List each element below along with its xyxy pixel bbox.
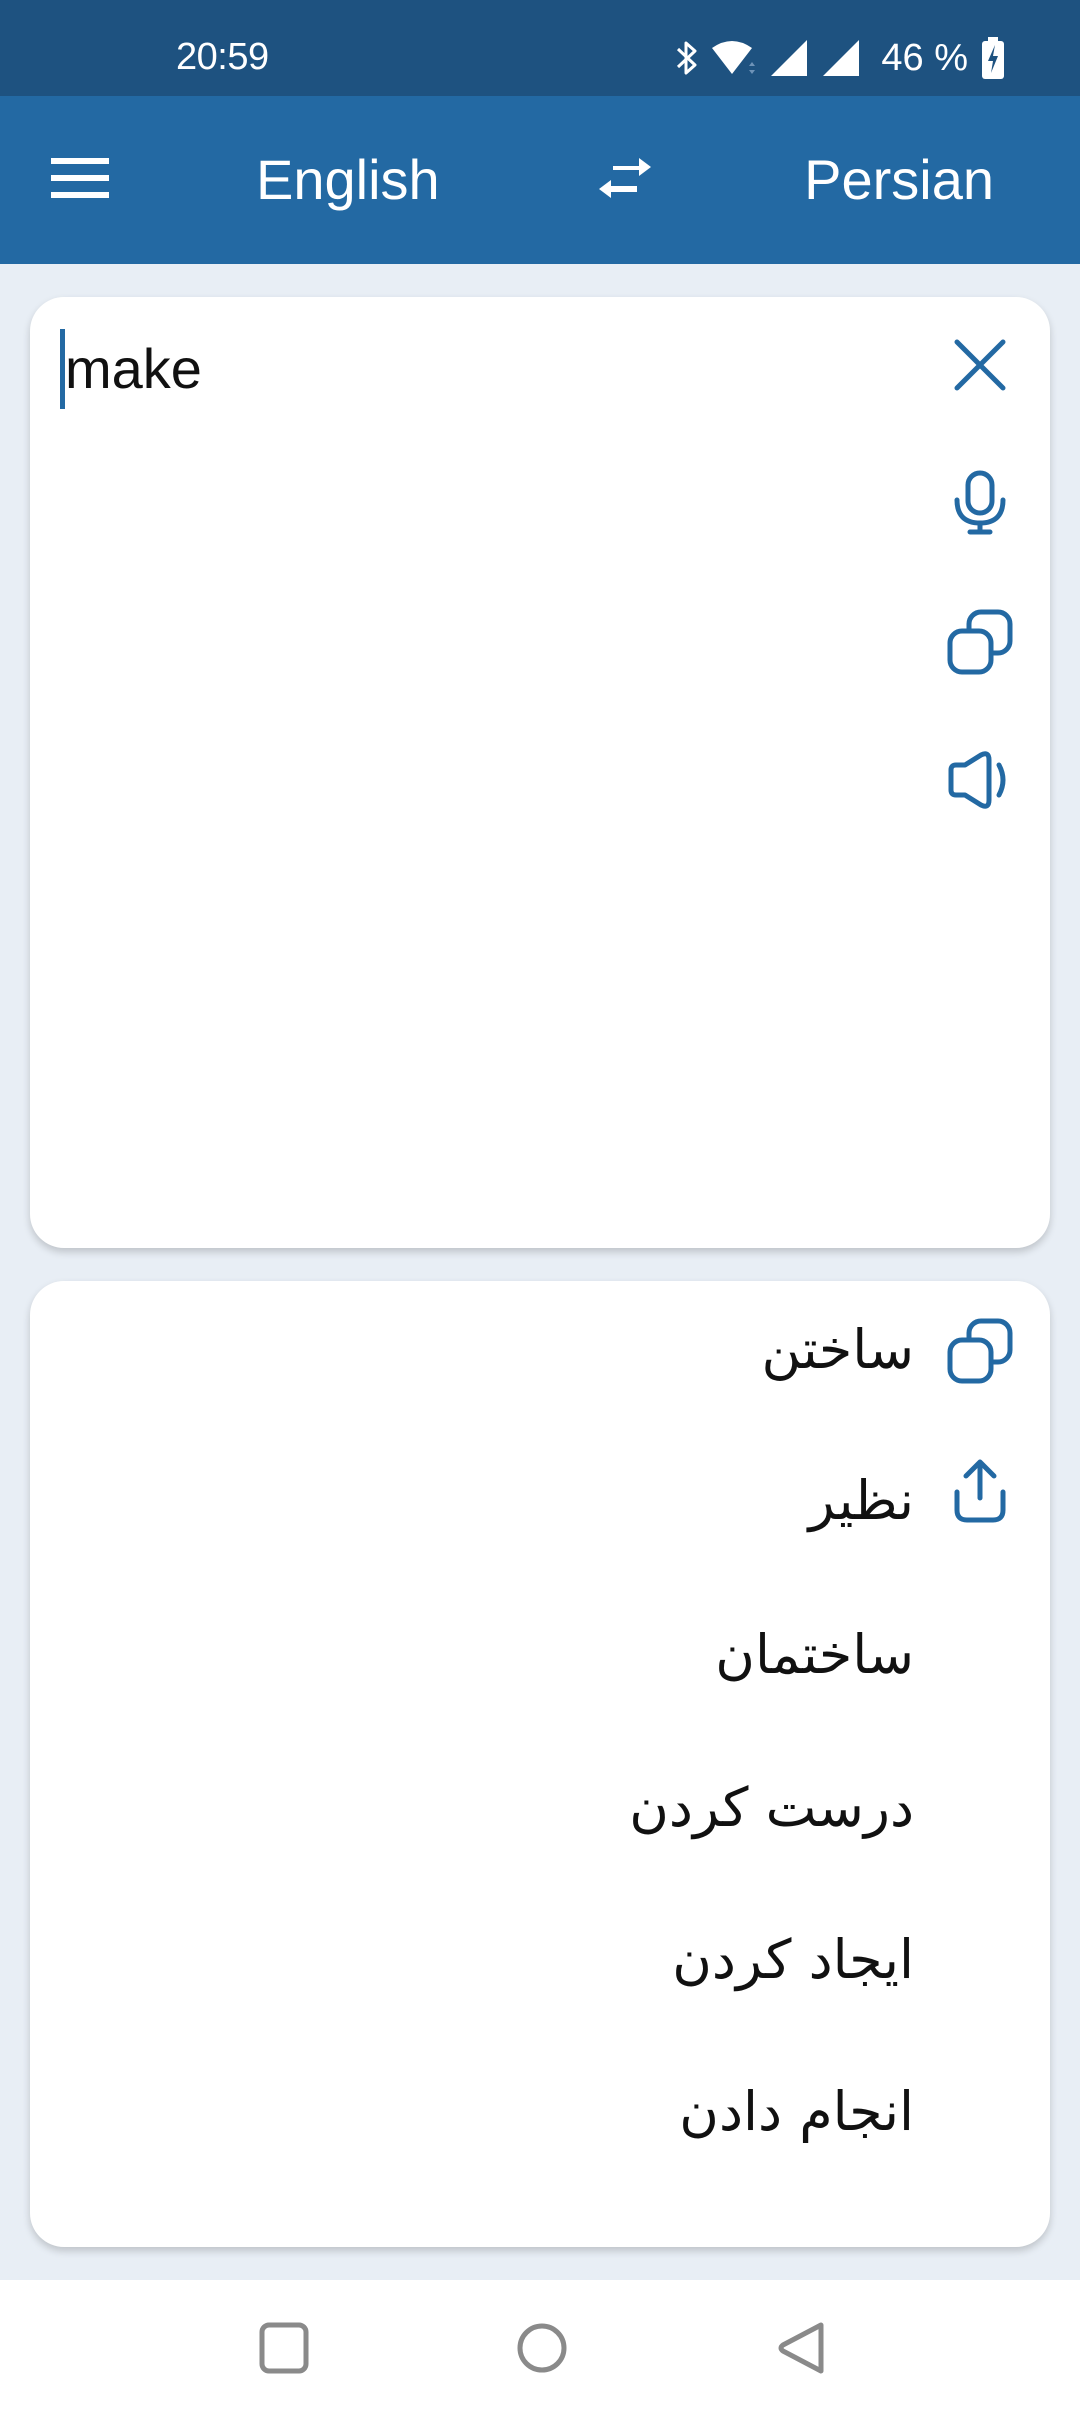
- copy-source-button[interactable]: [935, 597, 1025, 687]
- battery-percent: 46 %: [881, 37, 968, 79]
- translation-item[interactable]: ایجاد کردن: [672, 1925, 914, 1995]
- input-card: make: [30, 297, 1050, 1248]
- translation-item[interactable]: انجام دادن: [679, 2077, 914, 2147]
- signal-icon: [769, 38, 811, 78]
- app-bar: English Persian: [0, 96, 1080, 264]
- status-icons: 46 %: [675, 36, 1004, 80]
- translation-item[interactable]: درست کردن: [629, 1773, 914, 1843]
- copy-translation-button[interactable]: [935, 1306, 1025, 1396]
- bluetooth-icon: [675, 38, 699, 78]
- translation-item[interactable]: ساختن: [762, 1315, 914, 1385]
- source-text-input[interactable]: make: [60, 329, 202, 409]
- swap-languages-button[interactable]: [580, 140, 670, 220]
- speaker-icon: [947, 750, 1013, 810]
- source-language-button[interactable]: English: [256, 148, 440, 212]
- translation-card: ساختن نظیر ساختمان درست کردن ایجاد کردن …: [30, 1281, 1050, 2247]
- clear-button[interactable]: [935, 320, 1025, 410]
- source-text: make: [65, 337, 202, 400]
- copy-icon: [947, 1318, 1013, 1384]
- menu-button[interactable]: [40, 140, 120, 220]
- copy-icon: [947, 609, 1013, 675]
- close-icon: [952, 337, 1008, 393]
- swap-icon: [597, 155, 653, 206]
- speak-source-button[interactable]: [935, 735, 1025, 825]
- target-language-button[interactable]: Persian: [804, 148, 994, 212]
- home-icon: [516, 2322, 568, 2379]
- status-time: 20:59: [176, 36, 269, 78]
- back-button[interactable]: [752, 2310, 852, 2390]
- share-translation-button[interactable]: [935, 1446, 1025, 1536]
- recents-icon: [259, 2322, 309, 2379]
- microphone-icon: [952, 470, 1008, 536]
- wifi-icon: [709, 38, 759, 78]
- recents-button[interactable]: [234, 2310, 334, 2390]
- status-bar: 20:59 46 %: [0, 0, 1080, 96]
- system-nav-bar: [0, 2280, 1080, 2412]
- translation-item[interactable]: نظیر: [809, 1466, 914, 1536]
- menu-icon: [51, 157, 109, 203]
- back-icon: [777, 2321, 827, 2380]
- translation-item[interactable]: ساختمان: [715, 1620, 914, 1690]
- signal-icon: [821, 38, 863, 78]
- share-icon: [952, 1458, 1008, 1524]
- home-button[interactable]: [492, 2310, 592, 2390]
- battery-charging-icon: [982, 37, 1004, 79]
- microphone-button[interactable]: [935, 458, 1025, 548]
